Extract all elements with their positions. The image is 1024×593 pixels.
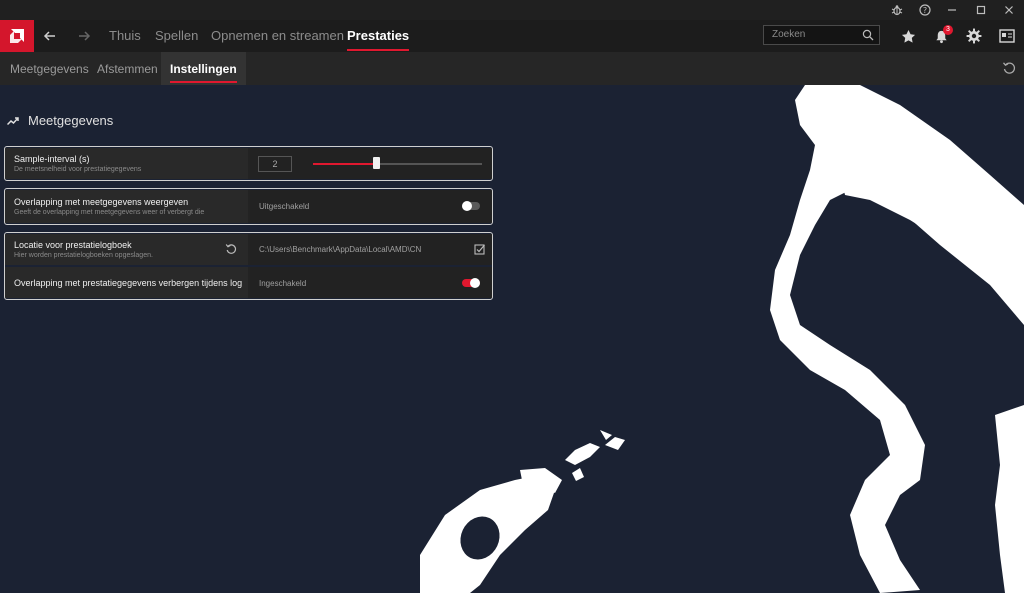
close-icon[interactable] [994,0,1024,20]
title-bar: ? [0,0,1024,20]
nav-thuis[interactable]: Thuis [109,20,141,52]
bug-icon[interactable] [882,0,912,20]
setting-description: Hier worden prestatielogboeken opgeslage… [14,252,153,259]
section-header: Meetgegevens [7,113,113,128]
nav-opnemen-en-streamen[interactable]: Opnemen en streamen [211,20,344,52]
overlay-metrics-toggle[interactable] [462,201,480,211]
setting-label-area: Locatie voor prestatielogboek Hier worde… [5,234,248,265]
help-icon[interactable]: ? [910,0,940,20]
amd-logo-icon[interactable] [0,20,34,52]
notification-badge: 3 [943,25,953,35]
setting-label-area: Overlapping met meetgegevens weergeven G… [5,190,248,223]
tab-afstemmen[interactable]: Afstemmen [97,52,158,85]
nav-spellen[interactable]: Spellen [155,20,198,52]
setting-row-hide-overlay-logging: Overlapping met prestatiegegevens verber… [5,267,492,298]
forward-arrow-icon[interactable] [72,20,96,52]
browse-folder-icon[interactable] [474,243,486,255]
back-arrow-icon[interactable] [38,20,62,52]
setting-description: Geeft de overlapping met meetgegevens we… [14,209,205,216]
sample-interval-slider[interactable] [313,157,482,169]
sample-interval-input[interactable]: 2 [258,156,292,172]
notifications-bell-icon[interactable]: 3 [926,20,956,52]
setting-control-area: C:\Users\Benchmark\AppData\Local\AMD\CN [250,234,492,265]
setting-label-area: Sample-interval (s) De meetsnelheid voor… [5,148,248,179]
setting-title: Locatie voor prestatielogboek [14,240,132,250]
maximize-icon[interactable] [966,0,996,20]
toggle-knob [462,201,472,211]
setting-label-area: Overlapping met prestatiegegevens verber… [5,267,248,298]
settings-content: Meetgegevens Sample-interval (s) De meet… [0,85,1024,593]
tab-instellingen[interactable]: Instellingen [161,52,246,85]
settings-gear-icon[interactable] [959,20,989,52]
top-navigation: Thuis Spellen Opnemen en streamen Presta… [0,20,1024,52]
sub-navigation: Meetgegevens Afstemmen Instellingen [0,52,1024,85]
setting-row-log-location: Locatie voor prestatielogboek Hier worde… [5,234,492,265]
favorites-star-icon[interactable] [893,20,923,52]
setting-control-area: Ingeschakeld [250,267,492,298]
setting-title: Sample-interval (s) [14,154,90,164]
setting-row-overlay-metrics: Overlapping met meetgegevens weergeven G… [5,190,492,223]
setting-value: Ingeschakeld [259,279,307,288]
setting-control-area: Uitgeschakeld [250,190,492,223]
reset-path-icon[interactable] [225,243,237,255]
search-placeholder: Zoeken [772,29,806,40]
hide-overlay-logging-toggle[interactable] [462,278,480,288]
slider-fill [313,163,376,165]
minimize-icon[interactable] [937,0,967,20]
setting-row-sample-interval: Sample-interval (s) De meetsnelheid voor… [5,148,492,179]
search-input[interactable]: Zoeken [763,25,880,45]
trend-chart-icon [7,116,19,125]
reset-icon[interactable] [1002,61,1016,75]
setting-value: Uitgeschakeld [259,202,310,211]
setting-control-area: 2 [250,148,492,179]
tab-meetgegevens[interactable]: Meetgegevens [10,52,89,85]
setting-title: Overlapping met meetgegevens weergeven [14,197,189,207]
section-title: Meetgegevens [28,113,114,128]
toggle-knob [470,278,480,288]
log-path-value[interactable]: C:\Users\Benchmark\AppData\Local\AMD\CN [259,245,421,254]
setting-title: Overlapping met prestatiegegevens verber… [14,278,242,288]
nav-prestaties[interactable]: Prestaties [347,20,410,52]
setting-description: De meetsnelheid voor prestatiegegevens [14,166,142,173]
svg-text:?: ? [923,6,927,15]
layout-panel-icon[interactable] [992,20,1022,52]
slider-thumb[interactable] [372,157,380,169]
search-icon[interactable] [862,29,874,41]
